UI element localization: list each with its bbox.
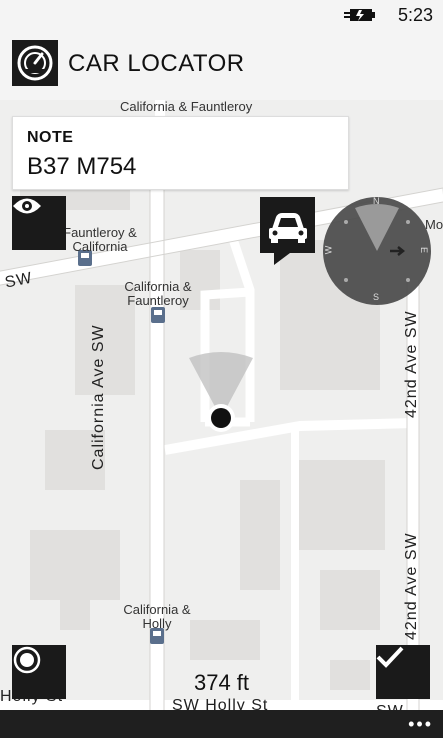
app-header: CAR LOCATOR bbox=[0, 30, 443, 100]
page-title: CAR LOCATOR bbox=[68, 50, 245, 77]
street-42nd-ave-lower: 42nd Ave SW bbox=[403, 532, 420, 640]
eye-icon bbox=[13, 198, 41, 214]
speedometer-icon bbox=[12, 40, 58, 86]
map-label-california-holly: California & Holly bbox=[123, 602, 191, 631]
status-bar: 5:23 bbox=[0, 0, 443, 30]
more-button[interactable]: ••• bbox=[408, 714, 433, 735]
map-label-fauntleroy-california: Fauntleroy & California bbox=[63, 225, 137, 254]
clock: 5:23 bbox=[397, 5, 433, 25]
checkmark-icon bbox=[376, 646, 404, 668]
bus-stop-icon bbox=[151, 307, 165, 323]
map-canvas bbox=[0, 100, 443, 710]
compass[interactable]: N S W E bbox=[322, 196, 432, 306]
street-holly-st: SW Holly St bbox=[172, 697, 269, 710]
note-label: NOTE bbox=[27, 129, 74, 146]
compass-w: W bbox=[323, 245, 334, 255]
map-label-california-fauntleroy: California & Fauntleroy bbox=[124, 279, 192, 308]
app-bar: ••• bbox=[0, 710, 443, 738]
compass-s: S bbox=[373, 292, 380, 302]
note-card[interactable]: NOTE B37 M754 bbox=[12, 116, 349, 190]
car-marker[interactable] bbox=[260, 197, 315, 267]
map-view[interactable]: California & Fauntleroy Fauntleroy & Cal… bbox=[0, 100, 443, 710]
view-button[interactable] bbox=[12, 196, 66, 250]
distance-readout: 374 ft bbox=[193, 670, 250, 695]
compass-icon bbox=[323, 197, 431, 305]
street-california-ave: California Ave SW bbox=[90, 324, 107, 470]
battery-charging-icon bbox=[344, 9, 375, 21]
map-label-california-top: California & Fauntleroy bbox=[120, 100, 253, 114]
note-value: B37 M754 bbox=[27, 153, 137, 180]
compass-n: N bbox=[373, 196, 380, 206]
compass-e: E bbox=[419, 246, 430, 254]
street-sw-bottom-right: SW bbox=[376, 703, 404, 710]
street-42nd-ave-upper: 42nd Ave SW bbox=[403, 310, 420, 418]
car-icon bbox=[260, 197, 315, 265]
